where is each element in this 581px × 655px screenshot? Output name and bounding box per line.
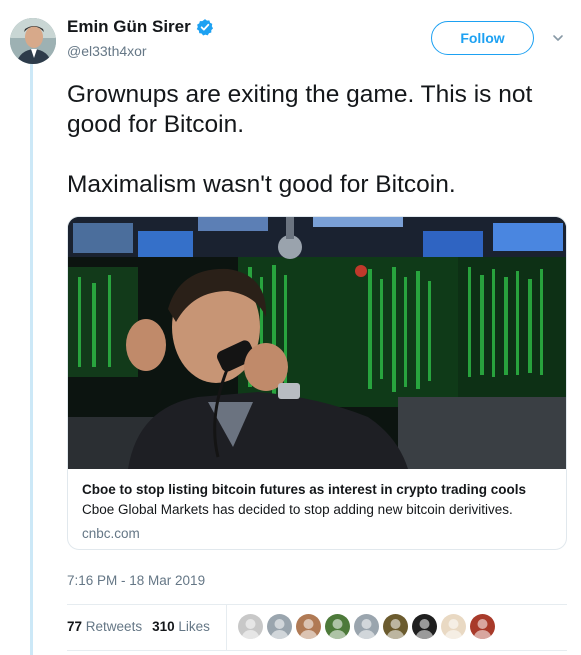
liker-avatar-6-icon[interactable] (383, 614, 408, 639)
author-avatar[interactable] (10, 18, 56, 64)
card-title[interactable]: Cboe to stop listing bitcoin futures as … (82, 481, 554, 499)
retweets-label: Retweets (85, 619, 143, 634)
tweet-stats: 77 Retweets 310 Likes (67, 619, 210, 634)
tweet-timestamp[interactable]: 7:16 PM - 18 Mar 2019 (67, 573, 205, 588)
liker-avatar-hodl-icon[interactable] (412, 614, 437, 639)
tweet-paragraph: Grownups are exiting the game. This is n… (67, 81, 533, 138)
tweet-text: Grownups are exiting the game. This is n… (67, 80, 567, 200)
card-description: Cboe Global Markets has decided to stop … (82, 502, 513, 517)
divider (67, 604, 567, 605)
likers-avatars (238, 614, 495, 639)
liker-avatar-4-icon[interactable] (325, 614, 350, 639)
liker-avatar-8-icon[interactable] (441, 614, 466, 639)
verified-badge-icon (196, 19, 213, 36)
liker-avatar-1-icon[interactable] (238, 614, 263, 639)
tweet-paragraph: Maximalism wasn't good for Bitcoin. (67, 171, 456, 198)
likes-count: 310 (152, 619, 175, 634)
thread-line (30, 64, 33, 655)
author-name[interactable]: Emin Gün Sirer (67, 17, 214, 37)
divider (67, 650, 567, 651)
card-domain: cnbc.com (82, 526, 140, 541)
author-display-name[interactable]: Emin Gün Sirer (67, 17, 191, 37)
chevron-down-icon[interactable] (552, 32, 564, 44)
card-body[interactable]: Cboe to stop listing bitcoin futures as … (68, 469, 566, 543)
likes-stat[interactable]: 310 Likes (152, 619, 210, 634)
link-card[interactable]: Cboe to stop listing bitcoin futures as … (67, 216, 567, 550)
stats-separator (226, 605, 227, 650)
retweets-count: 77 (67, 619, 83, 634)
follow-button[interactable]: Follow (431, 21, 534, 55)
author-handle[interactable]: @el33th4xor (67, 43, 147, 59)
likes-label: Likes (178, 619, 210, 634)
retweets-stat[interactable]: 77 Retweets (67, 619, 142, 634)
liker-avatar-default-icon[interactable] (354, 614, 379, 639)
liker-avatar-9-icon[interactable] (470, 614, 495, 639)
liker-avatar-3-icon[interactable] (296, 614, 321, 639)
trader-on-phone-photo-icon (68, 217, 566, 469)
person-avatar-icon (10, 18, 56, 64)
liker-avatar-default-icon[interactable] (267, 614, 292, 639)
